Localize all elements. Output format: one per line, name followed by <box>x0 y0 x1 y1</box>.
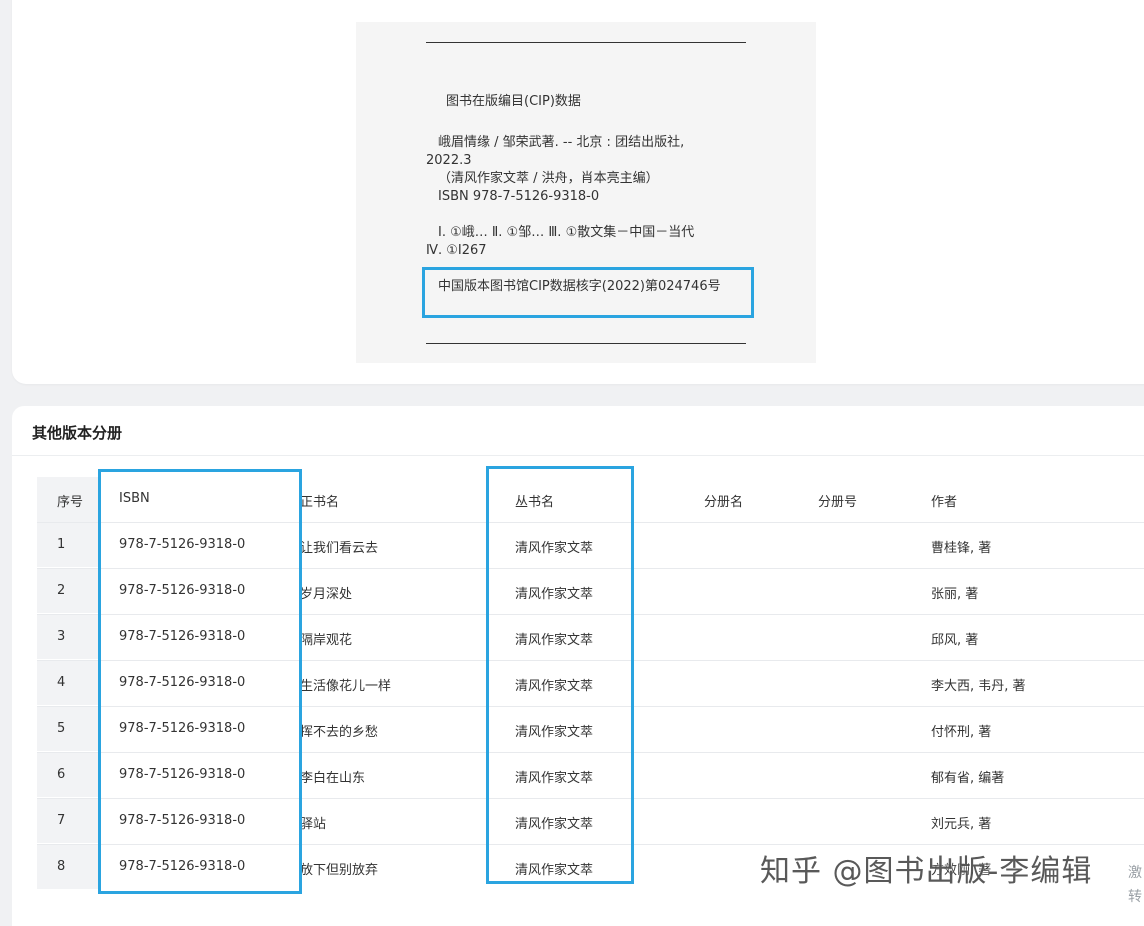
cip-line-series: （清风作家文萃 / 洪舟，肖本亮主编） <box>438 171 659 186</box>
cell-title: 李白在山东 <box>300 771 366 786</box>
seq-cell-bg <box>37 844 99 889</box>
cell-seq: 7 <box>57 813 66 828</box>
seq-cell-bg <box>37 614 99 659</box>
cip-approval-highlight <box>422 267 754 318</box>
cell-title: 岁月深处 <box>300 587 353 602</box>
cip-line-title: 峨眉情缘 / 邹荣武著. -- 北京 : 团结出版社, <box>438 135 685 150</box>
cip-top-rule <box>426 42 746 43</box>
cell-author: 张丽, 著 <box>931 587 979 602</box>
cell-seq: 5 <box>57 721 66 736</box>
cell-title: 让我们看云去 <box>300 541 379 556</box>
section-title: 其他版本分册 <box>32 424 123 442</box>
cell-seq: 2 <box>57 583 66 598</box>
cell-seq: 6 <box>57 767 66 782</box>
cell-author: 李大西, 韦丹, 著 <box>931 679 1026 694</box>
cell-seq: 8 <box>57 859 66 874</box>
cell-title: 挥不去的乡愁 <box>300 725 379 740</box>
series-column-highlight <box>486 466 634 884</box>
cip-line-isbn: ISBN 978-7-5126-9318-0 <box>438 189 600 204</box>
cell-author: 刘元兵, 著 <box>931 817 992 832</box>
zhihu-watermark: 知乎 @图书出版-李编辑 <box>760 854 1093 889</box>
cell-seq: 1 <box>57 537 66 552</box>
cell-seq: 4 <box>57 675 66 690</box>
seq-cell-bg <box>37 568 99 613</box>
watermark-side-char: 激 <box>1128 865 1142 881</box>
header-title: 正书名 <box>300 495 340 510</box>
cell-title: 驿站 <box>300 817 327 832</box>
cell-author: 邱风, 著 <box>931 633 979 648</box>
cell-title: 生活像花儿一样 <box>300 679 392 694</box>
isbn-column-highlight <box>98 469 302 894</box>
seq-cell-bg <box>37 522 99 567</box>
cip-line-subjects: Ⅰ. ①峨… Ⅱ. ①邹… Ⅲ. ①散文集－中国－当代 <box>438 225 695 240</box>
cip-line-date: 2022.3 <box>426 153 472 168</box>
cip-heading: 图书在版编目(CIP)数据 <box>446 94 581 109</box>
seq-cell-bg <box>37 798 99 843</box>
seq-cell-bg <box>37 660 99 705</box>
header-volume-name: 分册名 <box>704 495 744 510</box>
cell-author: 郁有省, 编著 <box>931 771 1005 786</box>
cell-title: 隔岸观花 <box>300 633 353 648</box>
header-volume-no: 分册号 <box>818 495 858 510</box>
header-seq: 序号 <box>57 495 84 510</box>
cell-title: 放下但别放弃 <box>300 863 379 878</box>
header-author: 作者 <box>931 495 958 510</box>
cip-bottom-rule <box>426 343 746 344</box>
seq-cell-bg <box>37 752 99 797</box>
cell-author: 曹桂锋, 著 <box>931 541 992 556</box>
cip-line-classification: Ⅳ. ①I267 <box>426 243 487 258</box>
seq-cell-bg <box>37 706 99 751</box>
cell-author: 付怀刑, 著 <box>931 725 992 740</box>
section-divider <box>12 455 1144 456</box>
cell-seq: 3 <box>57 629 66 644</box>
watermark-side-char: 转 <box>1128 889 1142 905</box>
